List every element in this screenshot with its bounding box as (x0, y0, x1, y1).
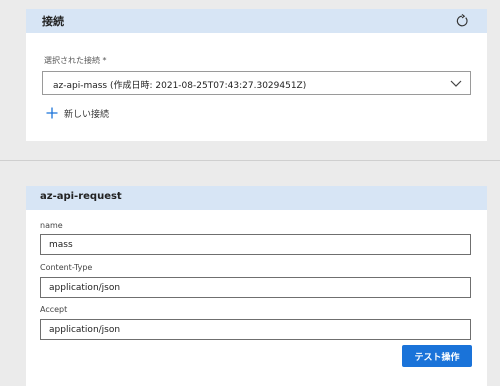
name-field[interactable] (40, 234, 471, 255)
connection-card: 接続 選択された接続 * az-api-mass (作成日時: 2021-08-… (26, 9, 487, 141)
refresh-icon[interactable] (455, 14, 469, 28)
test-operation-button[interactable]: テスト操作 (402, 345, 472, 367)
accept-field-label: Accept (40, 305, 68, 314)
connection-card-header: 接続 (26, 9, 487, 33)
content-type-field[interactable] (40, 277, 471, 298)
connection-select[interactable]: az-api-mass (作成日時: 2021-08-25T07:43:27.3… (42, 71, 471, 95)
request-card-header: az-api-request (26, 186, 487, 210)
new-connection-label: 新しい接続 (64, 109, 110, 120)
name-field-label: name (40, 221, 63, 230)
plus-icon (46, 107, 58, 119)
content-type-field-label: Content-Type (40, 263, 93, 272)
request-card-title: az-api-request (40, 191, 122, 202)
accept-field[interactable] (40, 319, 471, 340)
connection-select-value: az-api-mass (作成日時: 2021-08-25T07:43:27.3… (53, 81, 307, 91)
selected-connection-label: 選択された接続 * (44, 56, 107, 65)
section-divider (0, 160, 500, 161)
chevron-down-icon (450, 80, 462, 87)
connection-card-title: 接続 (42, 15, 64, 28)
request-card: az-api-request name Content-Type Accept … (26, 186, 487, 386)
new-connection-button[interactable]: 新しい接続 (46, 105, 109, 121)
